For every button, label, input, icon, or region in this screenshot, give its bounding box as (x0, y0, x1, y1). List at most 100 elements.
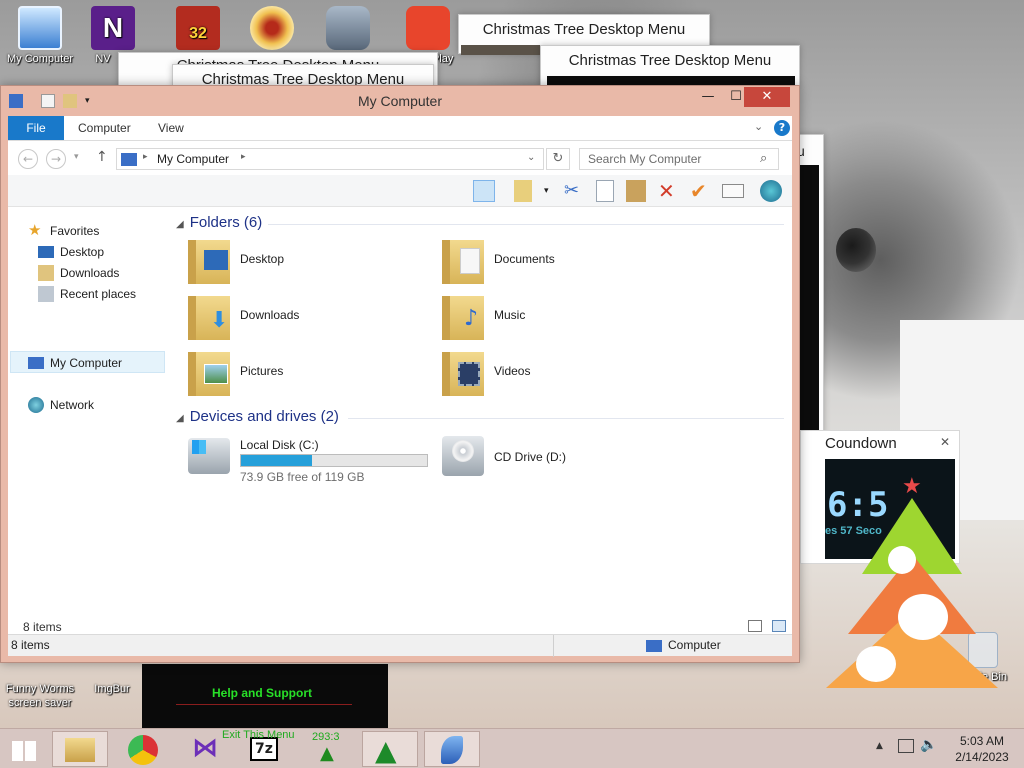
folder-name: Pictures (240, 364, 284, 378)
tab-view[interactable]: View (158, 116, 184, 140)
preview-pane-icon[interactable] (473, 180, 495, 202)
bg-menu-title: Christmas Tree Desktop Menu (568, 52, 772, 69)
recent-locations-icon[interactable]: ▾ (74, 152, 79, 162)
window-titlebar[interactable]: ▾ My Computer — ☐ ✕ (1, 86, 799, 116)
folder-icon (442, 240, 484, 284)
file-explorer-icon (65, 738, 95, 762)
folders-group-header[interactable]: ◢ Folders (6) (176, 214, 262, 231)
desktop-icon-puzzle[interactable]: 32 (158, 6, 238, 52)
recent-places-icon (38, 286, 54, 302)
toolbar-dropdown-icon[interactable]: ▾ (544, 180, 566, 202)
taskbar-app[interactable] (424, 731, 480, 767)
details-view-icon[interactable] (748, 620, 762, 632)
large-icons-view-icon[interactable] (772, 620, 786, 632)
search-icon[interactable]: ⌕ (760, 151, 767, 166)
address-text[interactable]: My Computer (157, 152, 229, 166)
taskbar-christmas-tree[interactable]: ▲ (362, 731, 418, 767)
countdown-close-button[interactable]: ✕ (931, 432, 959, 452)
lock-icon (326, 6, 370, 50)
close-button[interactable]: ✕ (744, 87, 790, 107)
folder-icon: ⬇ (188, 296, 230, 340)
computer-icon (18, 6, 62, 50)
drive-free-space: 73.9 GB free of 119 GB (240, 470, 365, 484)
paste-icon[interactable] (626, 180, 646, 202)
tree-hole (898, 594, 948, 640)
star-icon: ★ (28, 222, 42, 239)
ribbon-expand-icon[interactable]: ⌄ (754, 120, 763, 133)
folder-desktop[interactable]: Desktop (188, 238, 428, 288)
desktop-icon-label: My Computer (6, 53, 74, 65)
folder-music[interactable]: ♪ Music (442, 294, 682, 344)
delete-icon[interactable]: ✕ (658, 180, 680, 202)
help-icon[interactable]: ? (774, 120, 790, 136)
tree-star-icon: ★ (902, 474, 922, 499)
folder-videos[interactable]: Videos (442, 350, 682, 400)
devices-group-header[interactable]: ◢ Devices and drives (2) (176, 408, 339, 425)
desktop-icon-lock-app[interactable] (308, 6, 388, 52)
globe-icon[interactable] (760, 180, 782, 202)
downloads-icon (38, 265, 54, 281)
folder-pictures[interactable]: Pictures (188, 350, 428, 400)
nav-label: Downloads (60, 266, 120, 280)
help-support-item[interactable]: Help and Support (212, 686, 312, 700)
taskbar-christmas-menu[interactable]: Exit This Menu 293:3 ▲ (222, 729, 360, 767)
taskbar-chrome[interactable] (116, 731, 172, 767)
folder-name: Downloads (240, 308, 300, 322)
christmas-tree-icon: ▲ (375, 734, 397, 767)
rename-icon[interactable] (722, 184, 744, 198)
hard-drive-icon (188, 438, 230, 474)
clock-time: 5:03 AM (959, 734, 1005, 748)
desktop-icon-funny-worms[interactable]: Funny Worms screen saver (0, 664, 80, 710)
bg-menu-window-4[interactable]: Christmas Tree Desktop Menu (540, 45, 800, 88)
drive-usage-fill (241, 455, 312, 466)
address-bar[interactable]: ▸ My Computer ▸ ⌄ (116, 148, 544, 170)
desktop-icon-imgburn[interactable]: ImgBur (84, 664, 140, 696)
status-zone: Computer (668, 638, 721, 652)
tree-hole (856, 646, 896, 682)
collapse-icon[interactable]: ◢ (176, 413, 184, 424)
minimize-button[interactable]: — (693, 87, 723, 107)
folder-downloads[interactable]: ⬇ Downloads (188, 294, 428, 344)
desktop-icon-my-computer[interactable]: My Computer (0, 6, 80, 66)
tab-file[interactable]: File (8, 116, 64, 140)
nv-app-icon: N (91, 6, 135, 50)
breadcrumb-chevron-icon[interactable]: ▸ (241, 152, 246, 162)
tab-computer[interactable]: Computer (78, 116, 131, 140)
drive-local-disk-c[interactable]: Local Disk (C:) 73.9 GB free of 119 GB (188, 434, 428, 484)
system-clock[interactable]: 5:03 AM 2/14/2023 (944, 733, 1020, 765)
group-divider (348, 418, 784, 419)
forward-button[interactable]: → (46, 149, 66, 169)
network-tray-icon[interactable] (898, 739, 914, 753)
volume-icon[interactable]: 🔈 (920, 737, 937, 753)
bg-menu-title: Christmas Tree Desktop Menu (482, 21, 686, 38)
up-button[interactable]: ↑ (96, 149, 108, 165)
wallpaper-eye (836, 228, 876, 272)
checkmark-icon[interactable]: ✔ (690, 180, 712, 202)
breadcrumb-chevron-icon[interactable]: ▸ (143, 152, 148, 162)
collapse-icon[interactable]: ◢ (176, 219, 184, 230)
show-hidden-icons[interactable]: ▲ (876, 741, 883, 751)
drive-cd-d[interactable]: CD Drive (D:) (442, 434, 682, 484)
taskbar: ⋈ 7z Exit This Menu 293:3 ▲ ▲ ▲ 🔈 5:03 A… (0, 728, 1024, 768)
cut-icon[interactable]: ✂ (564, 180, 586, 202)
taskbar-file-explorer[interactable] (52, 731, 108, 767)
properties-folder-icon[interactable] (514, 180, 532, 202)
folder-documents[interactable]: Documents (442, 238, 682, 288)
nav-label: Favorites (50, 224, 100, 238)
folder-icon (188, 352, 230, 396)
drive-usage-bar (240, 454, 428, 467)
my-computer-window[interactable]: ▾ My Computer — ☐ ✕ File Computer View ⌄… (0, 85, 800, 663)
christmas-tree-widget[interactable]: ★ (826, 470, 998, 692)
chrome-icon (128, 735, 158, 765)
back-button[interactable]: ← (18, 149, 38, 169)
address-dropdown-icon[interactable]: ⌄ (527, 152, 535, 163)
puzzle-icon: 32 (176, 6, 220, 50)
nav-label: Desktop (60, 245, 105, 259)
desktop-icon-eye-app[interactable] (232, 6, 312, 52)
refresh-button[interactable]: ↻ (546, 148, 570, 170)
start-button[interactable] (0, 731, 46, 767)
status-separator (553, 635, 554, 657)
copy-icon[interactable] (596, 180, 614, 202)
search-placeholder: Search My Computer (588, 152, 702, 166)
search-box[interactable]: Search My Computer ⌕ (579, 148, 779, 170)
